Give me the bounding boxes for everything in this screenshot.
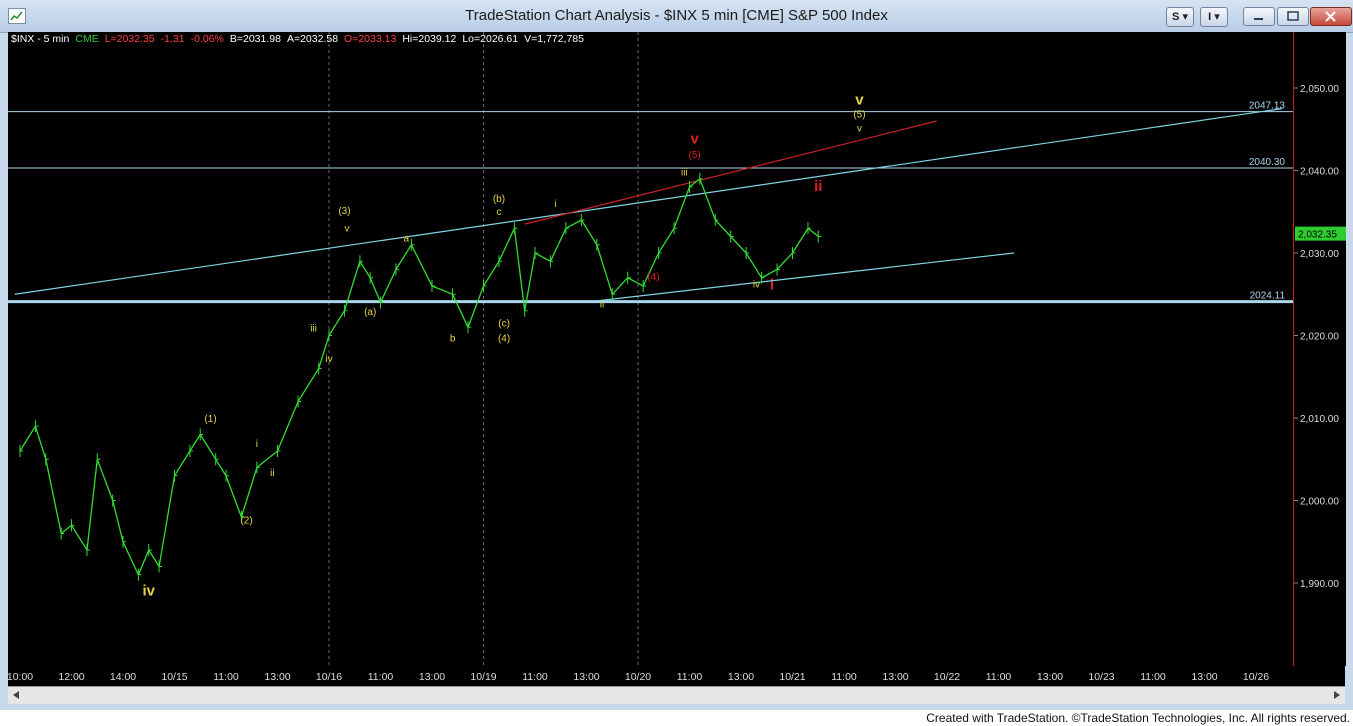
wave-label: i: [256, 439, 258, 450]
time-axis-label: 11:00: [986, 671, 1012, 683]
indicator-button-label: I: [1208, 11, 1212, 23]
wave-label: iv: [142, 582, 155, 599]
close-icon: [1325, 11, 1336, 22]
scroll-left-icon[interactable]: [13, 691, 19, 699]
wave-label: v: [345, 224, 350, 235]
wave-label: (2): [240, 516, 252, 527]
wave-label: a: [403, 233, 409, 244]
time-axis-label: 10/23: [1088, 671, 1114, 683]
wave-label: (5): [689, 150, 701, 161]
indicator-menu-button[interactable]: I ▾: [1200, 7, 1228, 27]
time-axis-svg: 10:00 12:00 14:00 10/15 11:00 13:00 10/16 11:00…: [7, 671, 1269, 683]
time-axis-label: 10:00: [8, 671, 33, 683]
time-axis-label: 10/19: [470, 671, 496, 683]
window-title: TradeStation Chart Analysis - $INX 5 min…: [465, 7, 888, 24]
time-axis-label: 13:00: [1037, 671, 1063, 683]
horizontal-scrollbar[interactable]: [8, 686, 1345, 704]
price-series-line: [19, 177, 819, 577]
price-axis-svg: 2,050.00 2,040.00 2,030.00 2,020.00 2,010.00…: [1294, 84, 1346, 590]
wave-label: ii: [600, 299, 604, 310]
wave-label: b: [450, 333, 456, 344]
wave-label: (3): [338, 206, 350, 217]
time-axis-label: 11:00: [831, 671, 857, 683]
wave-label: (a): [364, 307, 376, 318]
wave-label: (5): [853, 110, 865, 121]
styles-menu-button[interactable]: S ▾: [1166, 7, 1194, 27]
chart-plot-area[interactable]: $INX - 5 min CME L=2032.35 -1.31 -0.06% B=203…: [8, 32, 1293, 666]
time-axis-label: 13:00: [264, 671, 290, 683]
wave-label: c: [496, 207, 501, 218]
price-axis-label: 2,050.00: [1300, 84, 1339, 95]
wave-label: i: [554, 199, 556, 210]
wave-label: iii: [681, 167, 688, 178]
price-axis-label: 1,990.00: [1300, 579, 1339, 590]
horizontal-level-label: 2047.13: [1249, 101, 1286, 112]
time-axis-label: 11:00: [213, 671, 239, 683]
time-axis-label: 13:00: [419, 671, 445, 683]
wave-label: i: [770, 276, 774, 293]
wave-label: ii: [814, 178, 822, 195]
minimize-icon: [1254, 18, 1263, 20]
scroll-right-icon[interactable]: [1334, 691, 1340, 699]
maximize-icon: [1287, 11, 1299, 21]
price-axis[interactable]: 2,050.00 2,040.00 2,030.00 2,020.00 2,010.00…: [1293, 32, 1346, 666]
price-chart-svg: 2047.132040.302024.11iv(1)(2)iiiiiiiv(3)…: [8, 32, 1293, 666]
wave-label: ii: [270, 468, 274, 479]
wave-label: (c): [498, 318, 510, 329]
time-axis[interactable]: 10:00 12:00 14:00 10/15 11:00 13:00 10/16 11:00…: [7, 666, 1345, 686]
time-axis-label: 13:00: [728, 671, 754, 683]
time-axis-label: 14:00: [110, 671, 136, 683]
price-axis-label: 2,020.00: [1300, 332, 1339, 343]
scrollbar-svg: [13, 691, 1340, 699]
horizontal-level-label: 2024.11: [1250, 291, 1286, 302]
time-axis-label: 10/21: [779, 671, 805, 683]
wave-label: v: [690, 130, 699, 147]
time-axis-label: 11:00: [1140, 671, 1166, 683]
time-axis-label: 10/22: [934, 671, 960, 683]
wave-label: (1): [204, 414, 216, 425]
chart-window: TradeStation Chart Analysis - $INX 5 min…: [0, 0, 1353, 726]
price-axis-label: 2,030.00: [1300, 249, 1339, 260]
wave-label: iv: [325, 354, 332, 365]
time-axis-label: 12:00: [58, 671, 84, 683]
time-axis-label: 11:00: [522, 671, 548, 683]
wave-label: iv: [753, 280, 760, 291]
time-axis-label: 13:00: [1191, 671, 1217, 683]
footer: Created with TradeStation. ©TradeStation…: [0, 710, 1353, 726]
time-axis-label: 13:00: [573, 671, 599, 683]
minimize-button[interactable]: [1243, 7, 1275, 26]
wave-label: (4): [498, 333, 510, 344]
last-price-label: 2,032.35: [1298, 230, 1337, 241]
red-line-trendline: [524, 120, 937, 225]
horizontal-level-label: 2040.30: [1249, 157, 1286, 168]
price-axis-label: 2,010.00: [1300, 414, 1339, 425]
wave-label: v: [855, 92, 864, 109]
time-axis-label: 10/20: [625, 671, 651, 683]
title-bar[interactable]: TradeStation Chart Analysis - $INX 5 min…: [0, 0, 1353, 33]
chevron-down-icon: ▾: [1182, 11, 1188, 23]
wave-label: v: [857, 124, 862, 135]
wave-label: iii: [310, 323, 317, 334]
time-axis-label: 13:00: [882, 671, 908, 683]
time-axis-label: 10/16: [316, 671, 342, 683]
time-axis-label: 10/26: [1243, 671, 1269, 683]
close-button[interactable]: [1310, 7, 1352, 26]
price-axis-label: 2,000.00: [1300, 497, 1339, 508]
time-axis-label: 11:00: [368, 671, 394, 683]
price-axis-label: 2,040.00: [1300, 167, 1339, 178]
chevron-down-icon: ▾: [1214, 11, 1220, 23]
time-axis-label: 10/15: [161, 671, 187, 683]
maximize-button[interactable]: [1277, 7, 1309, 26]
styles-button-label: S: [1172, 11, 1180, 23]
wave-label: (4): [647, 272, 659, 283]
copyright-text: Created with TradeStation. ©TradeStation…: [926, 711, 1350, 725]
time-axis-label: 11:00: [677, 671, 703, 683]
upper-channel-trendline: [14, 108, 1282, 295]
wave-label: (b): [493, 194, 505, 205]
